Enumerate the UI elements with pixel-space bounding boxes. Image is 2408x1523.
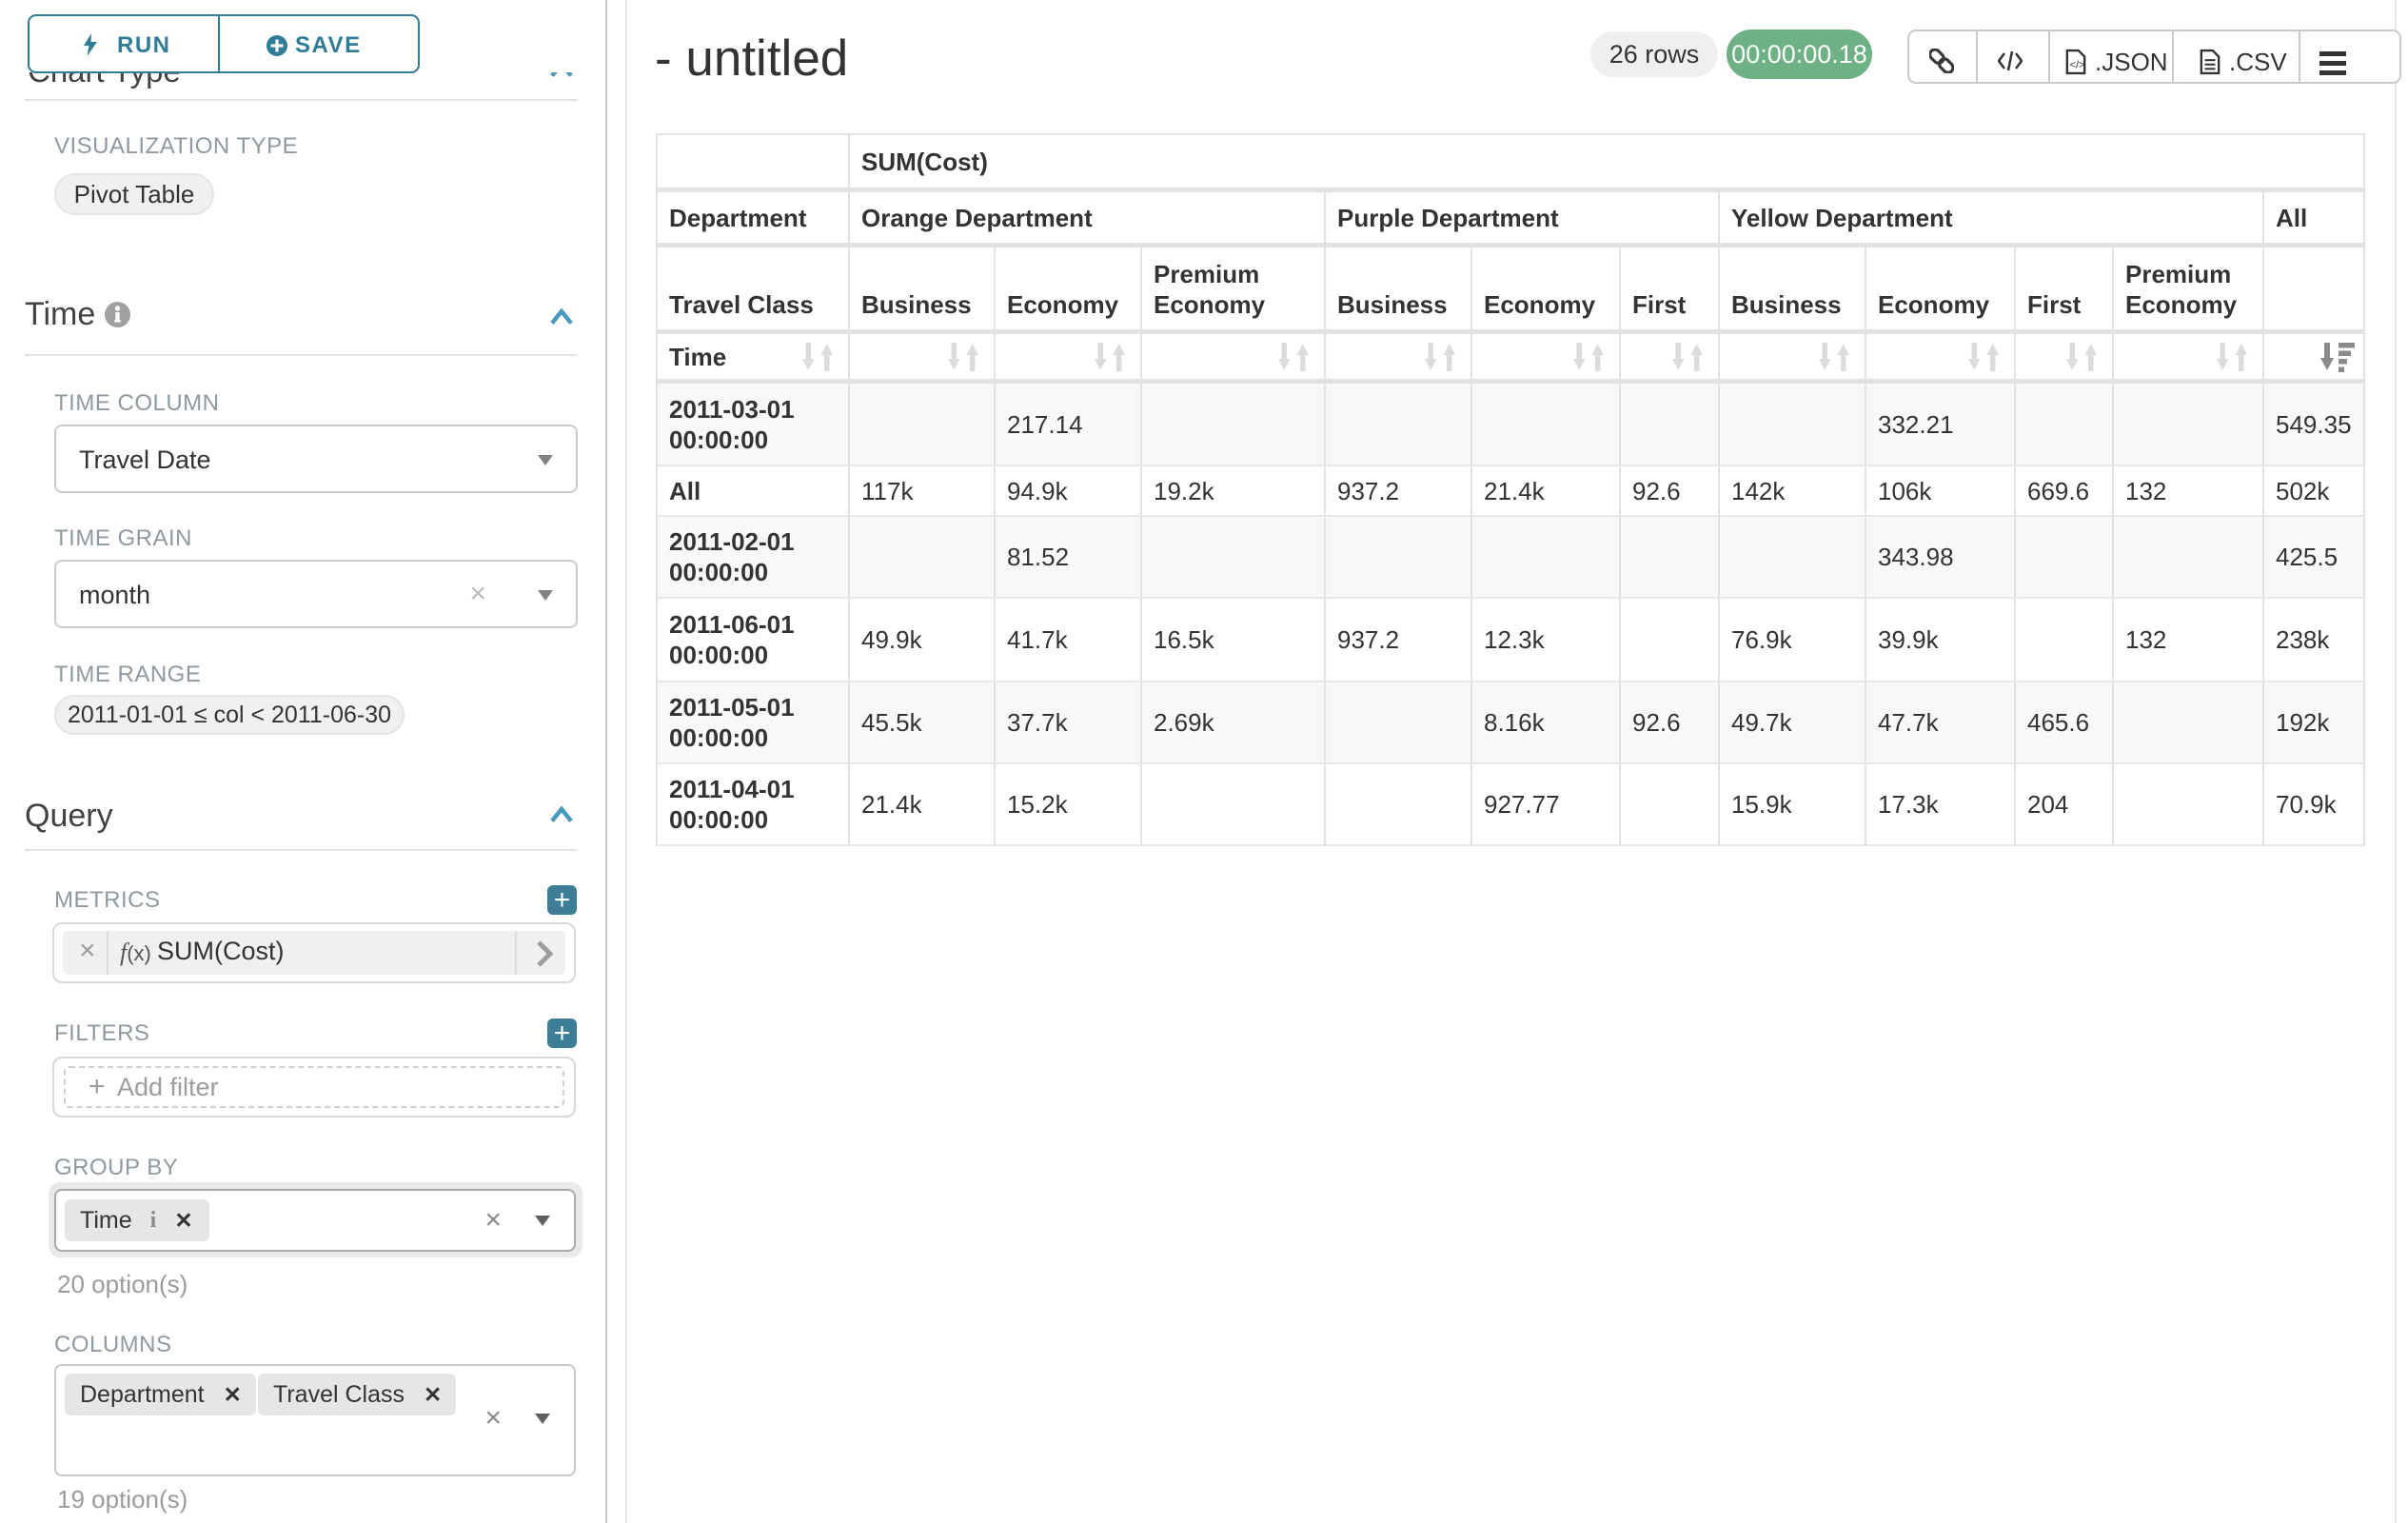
svg-text:</>: </> [2070, 59, 2085, 70]
